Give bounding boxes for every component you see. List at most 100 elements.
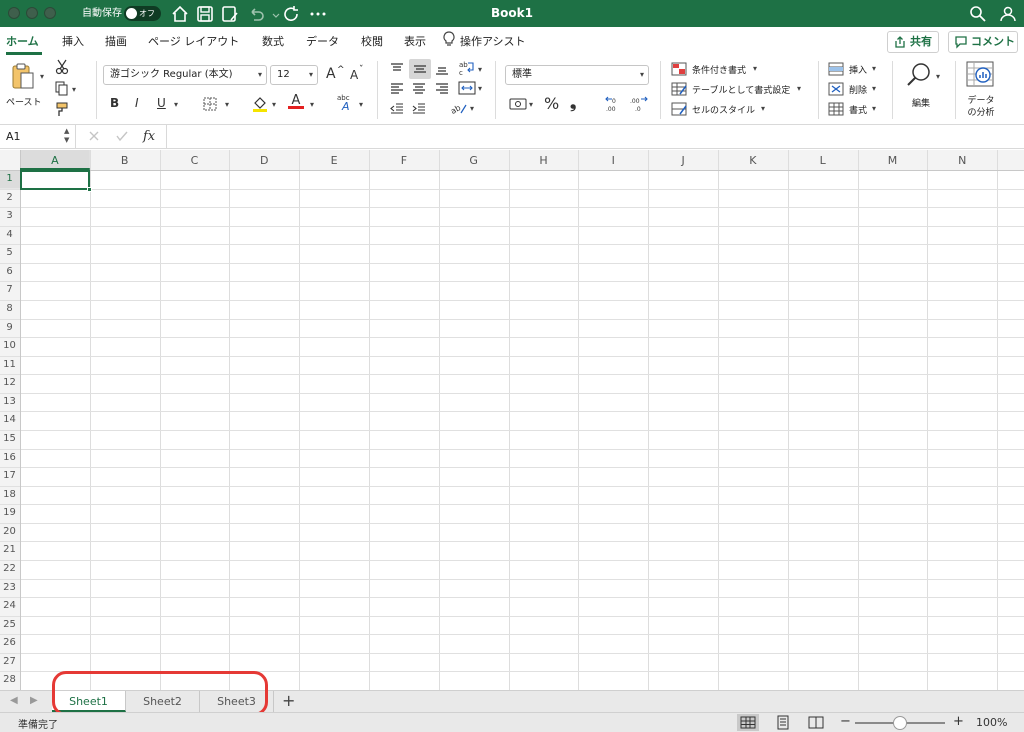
font-color-dropdown-icon[interactable]: ▾ [310,100,314,109]
tab-page-layout[interactable]: ページ レイアウト [148,33,239,49]
align-center-icon[interactable] [412,82,426,99]
font-color-icon[interactable]: A [288,93,304,109]
fill-color-icon[interactable] [252,95,268,116]
align-left-icon[interactable] [390,82,404,99]
tab-review[interactable]: 校閲 [361,33,383,49]
format-as-table-icon[interactable] [671,82,687,99]
name-box-stepper-icon[interactable]: ▲ ▼ [64,127,69,145]
fill-color-dropdown-icon[interactable]: ▾ [272,100,276,109]
row-header-4[interactable]: 4 [0,229,19,240]
format-cells-label[interactable]: 書式 [849,103,867,116]
column-header-e[interactable]: E [299,152,369,170]
paste-dropdown-icon[interactable]: ▾ [40,72,44,81]
zoom-out-button[interactable]: − [840,714,851,729]
column-header-f[interactable]: F [369,152,439,170]
column-header-i[interactable]: I [578,152,648,170]
grow-font-button[interactable]: A [326,66,336,82]
confirm-formula-icon[interactable] [115,130,129,145]
normal-view-button[interactable] [737,714,759,731]
sheet-tab-3[interactable]: Sheet3 [200,691,274,712]
zoom-in-button[interactable]: + [953,714,964,729]
zoom-level[interactable]: 100% [976,716,1007,729]
column-header-k[interactable]: K [718,152,788,170]
comment-button[interactable]: コメント [948,31,1018,53]
tab-formulas[interactable]: 数式 [262,33,284,49]
tab-home[interactable]: ホーム [6,33,39,49]
conditional-format-icon[interactable] [671,62,687,79]
row-header-5[interactable]: 5 [0,247,19,258]
phonetic-dropdown-icon[interactable]: ▾ [359,100,363,109]
row-header-21[interactable]: 21 [0,544,19,555]
row-header-27[interactable]: 27 [0,656,19,667]
decrease-indent-icon[interactable] [390,102,404,119]
cell-styles-label[interactable]: セルのスタイル [692,103,755,116]
underline-dropdown-icon[interactable]: ▾ [174,100,178,109]
row-header-8[interactable]: 8 [0,303,19,314]
row-header-28[interactable]: 28 [0,674,19,685]
column-header-g[interactable]: G [439,152,509,170]
format-painter-icon[interactable] [55,101,71,120]
insert-cells-icon[interactable] [828,62,844,79]
percent-style-button[interactable]: % [544,94,559,113]
copy-icon[interactable] [55,81,69,100]
paste-button[interactable] [8,61,40,91]
analyze-data-icon[interactable] [965,60,995,91]
font-name-dropdown[interactable]: 游ゴシック Regular (本文) ▾ [103,65,267,85]
orientation-dropdown-icon[interactable]: ▾ [470,104,474,113]
row-header-22[interactable]: 22 [0,563,19,574]
row-header-6[interactable]: 6 [0,266,19,277]
row-header-1[interactable]: 1 [0,173,19,184]
worksheet-grid[interactable]: ABCDEFGHIJKLMN 1 2 3 4 5 6 7 8 9 10 11 12 13 14 15 16 17… [0,150,1024,690]
delete-cells-dropdown-icon[interactable]: ▾ [872,84,876,93]
comma-style-button[interactable]: ❟ [570,93,576,113]
tab-draw[interactable]: 描画 [105,33,127,49]
column-header-h[interactable]: H [509,152,579,170]
row-header-17[interactable]: 17 [0,470,19,481]
row-header-13[interactable]: 13 [0,396,19,407]
row-header-3[interactable]: 3 [0,210,19,221]
name-box[interactable]: A1 ▲ ▼ [0,125,76,149]
conditional-format-label[interactable]: 条件付き書式 [692,63,746,76]
phonetic-icon[interactable]: abc A [336,93,356,114]
increase-decimal-icon[interactable]: 0.00 [604,95,624,116]
insert-function-button[interactable]: fx [143,129,155,144]
row-header-11[interactable]: 11 [0,359,19,370]
row-header-19[interactable]: 19 [0,507,19,518]
column-header-m[interactable]: M [858,152,928,170]
row-header-2[interactable]: 2 [0,192,19,203]
insert-cells-label[interactable]: 挿入 [849,63,867,76]
increase-indent-icon[interactable] [412,102,426,119]
cut-icon[interactable] [55,59,69,78]
currency-format-icon[interactable] [509,97,527,114]
align-middle-icon[interactable] [409,59,431,79]
next-sheet-icon[interactable]: ▶ [30,695,38,706]
copy-dropdown-icon[interactable]: ▾ [72,85,76,94]
row-header-16[interactable]: 16 [0,452,19,463]
underline-button[interactable]: U [157,96,166,110]
shrink-font-button[interactable]: A [350,68,358,82]
number-format-dropdown[interactable]: 標準 ▾ [505,65,649,85]
prev-sheet-icon[interactable]: ◀ [10,695,18,706]
format-as-table-dropdown-icon[interactable]: ▾ [797,84,801,93]
zoom-slider-knob[interactable] [893,716,907,730]
sheet-tab-1[interactable]: Sheet1 [52,691,126,712]
search-icon[interactable] [968,4,988,24]
row-header-18[interactable]: 18 [0,489,19,500]
wrap-text-icon[interactable]: ab c [458,59,476,80]
tab-tell-me[interactable]: 操作アシスト [460,33,526,49]
merge-dropdown-icon[interactable]: ▾ [478,84,482,93]
row-header-10[interactable]: 10 [0,340,19,351]
borders-dropdown-icon[interactable]: ▾ [225,100,229,109]
editing-dropdown-icon[interactable]: ▾ [936,72,940,81]
italic-button[interactable]: I [135,96,139,110]
add-sheet-button[interactable]: + [282,691,295,712]
column-header-j[interactable]: J [648,152,718,170]
row-header-14[interactable]: 14 [0,414,19,425]
cancel-formula-icon[interactable] [88,130,100,145]
page-layout-view-button[interactable] [772,714,794,731]
orientation-icon[interactable]: ab [449,100,468,119]
row-header-9[interactable]: 9 [0,322,19,333]
find-search-icon[interactable] [905,61,933,92]
cell-styles-dropdown-icon[interactable]: ▾ [761,104,765,113]
column-header-d[interactable]: D [229,152,299,170]
